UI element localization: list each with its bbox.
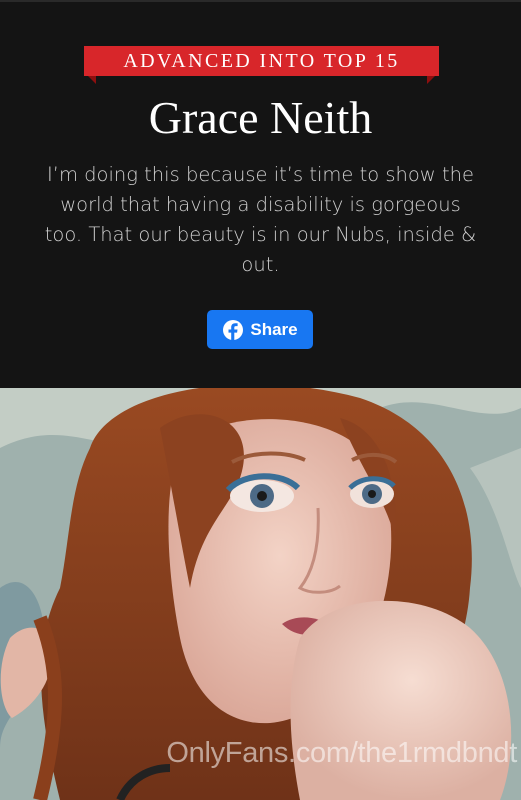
share-button-label: Share — [250, 319, 298, 339]
status-ribbon: ADVANCED INTO TOP 15 — [84, 46, 439, 88]
contestant-photo: OnlyFans.com/the1rmdbndt — [0, 388, 521, 800]
photo-watermark: OnlyFans.com/the1rmdbndt — [166, 737, 517, 769]
ribbon-band: ADVANCED INTO TOP 15 — [84, 46, 439, 76]
contestant-page: ADVANCED INTO TOP 15 Grace Neith I’m doi… — [0, 0, 521, 800]
facebook-icon — [222, 319, 244, 341]
facebook-share-button[interactable]: Share — [207, 310, 313, 349]
contestant-header: ADVANCED INTO TOP 15 Grace Neith I’m doi… — [0, 0, 521, 388]
contestant-statement: I’m doing this because it’s time to show… — [44, 163, 477, 276]
status-badge: ADVANCED INTO TOP 15 — [123, 49, 400, 72]
contestant-name: Grace Neith — [148, 92, 373, 143]
